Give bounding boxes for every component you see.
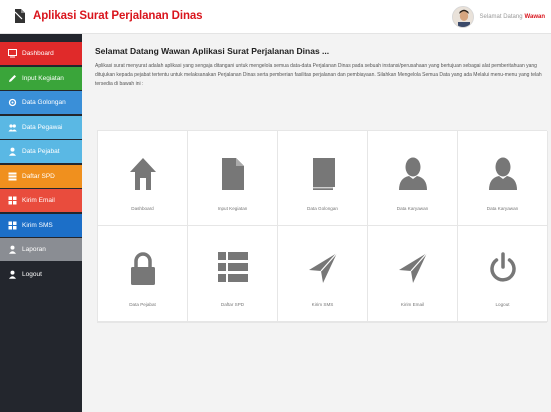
sidebar-item-label: Laporan bbox=[22, 246, 46, 253]
tile-label: Data Golongan bbox=[307, 206, 338, 211]
document-icon bbox=[14, 8, 26, 24]
lock-icon bbox=[130, 252, 155, 285]
tile-label: Daftar SPD bbox=[220, 302, 245, 307]
tile-label: Input Kegiatan bbox=[217, 206, 248, 211]
sidebar-item-label: Kirim Email bbox=[22, 197, 55, 204]
sidebar-item-laporan[interactable]: Laporan bbox=[0, 238, 82, 261]
app-header: Aplikasi Surat Perjalanan Dinas Selamat … bbox=[0, 0, 551, 34]
page-title: Selamat Datang Wawan Aplikasi Surat Perj… bbox=[95, 46, 330, 56]
tile-daftar-spd[interactable]: Daftar SPD bbox=[188, 226, 278, 322]
tile-data-karyawan[interactable]: Data Karyawan bbox=[368, 131, 458, 226]
sidebar-item-label: Data Pejabat bbox=[22, 148, 60, 155]
tile-label: Data Pejabat bbox=[129, 302, 156, 307]
user-name: Wawan bbox=[524, 14, 545, 20]
tile-dashboard[interactable]: Dashboard bbox=[98, 131, 188, 226]
user-icon bbox=[8, 270, 17, 279]
home-icon bbox=[129, 158, 156, 190]
grid-icon bbox=[8, 196, 17, 205]
tile-kirim-sms[interactable]: Kirim SMS bbox=[278, 226, 368, 322]
avatar[interactable] bbox=[451, 6, 474, 28]
grid-icon bbox=[8, 221, 17, 230]
sidebar-item-data-golongan[interactable]: Data Golongan bbox=[0, 91, 82, 114]
sidebar-item-daftar-spd[interactable]: Daftar SPD bbox=[0, 164, 82, 188]
user-icon bbox=[398, 157, 427, 190]
sidebar-item-data-pegawai[interactable]: Data Pegawai bbox=[0, 115, 82, 139]
brand[interactable]: Aplikasi Surat Perjalanan Dinas bbox=[14, 8, 203, 24]
monitor-icon bbox=[8, 49, 17, 58]
sidebar-item-label: Data Golongan bbox=[22, 99, 66, 106]
sidebar-item-input-kegiatan[interactable]: Input Kegiatan bbox=[0, 66, 82, 90]
sidebar-item-label: Logout bbox=[22, 270, 42, 278]
sidebar-item-label: Daftar SPD bbox=[22, 172, 55, 180]
tile-label: Data Karyawan bbox=[486, 206, 519, 211]
tile-data-golongan[interactable]: Data Golongan bbox=[278, 131, 368, 226]
sidebar-item-label: Kirim SMS bbox=[22, 221, 53, 229]
main-content: Selamat Datang Wawan Aplikasi Surat Perj… bbox=[82, 34, 551, 412]
tile-label: Kirim Email bbox=[400, 302, 425, 307]
sidebar-item-kirim-sms[interactable]: Kirim SMS bbox=[0, 213, 82, 237]
send-icon bbox=[398, 252, 427, 283]
tile-label: Logout bbox=[495, 302, 510, 307]
list-icon bbox=[8, 172, 17, 181]
user-icon bbox=[8, 245, 17, 254]
sidebar-item-label: Input Kegiatan bbox=[22, 74, 64, 82]
user-menu[interactable]: Selamat Datang Wawan bbox=[451, 6, 545, 28]
tile-label: Dashboard bbox=[131, 206, 154, 211]
sidebar-item-data-pejabat[interactable]: Data Pejabat bbox=[0, 140, 82, 163]
tile-input-kegiatan[interactable]: Input Kegiatan bbox=[188, 131, 278, 226]
book-icon bbox=[310, 158, 335, 190]
power-icon bbox=[489, 252, 516, 282]
gear-icon bbox=[8, 98, 17, 107]
users-icon bbox=[8, 123, 17, 132]
pencil-icon bbox=[8, 74, 17, 83]
send-icon bbox=[308, 252, 337, 283]
sidebar-item-label: Dashboard bbox=[22, 50, 54, 57]
tile-kirim-email[interactable]: Kirim Email bbox=[368, 226, 458, 322]
sidebar-item-dashboard[interactable]: Dashboard bbox=[0, 42, 82, 65]
tile-label: Kirim SMS bbox=[311, 302, 334, 307]
user-icon bbox=[8, 147, 17, 156]
sidebar-item-kirim-email[interactable]: Kirim Email bbox=[0, 189, 82, 212]
user-icon bbox=[488, 157, 517, 190]
app-title: Aplikasi Surat Perjalanan Dinas bbox=[33, 10, 203, 22]
tile-label: Data Karyawan bbox=[396, 206, 429, 211]
menu-grid: Dashboard Input Kegiatan Data Golongan D… bbox=[97, 130, 548, 323]
file-icon bbox=[221, 158, 244, 190]
sidebar: Dashboard Input Kegiatan Data Golongan D… bbox=[0, 34, 82, 412]
tile-data-pejabat[interactable]: Data Pejabat bbox=[98, 226, 188, 322]
list-icon bbox=[217, 252, 248, 282]
sidebar-item-logout[interactable]: Logout bbox=[0, 262, 82, 286]
user-greeting: Selamat Datang bbox=[479, 14, 523, 20]
tile-data-karyawan-2[interactable]: Data Karyawan bbox=[458, 131, 548, 226]
sidebar-item-label: Data Pegawai bbox=[22, 123, 63, 131]
intro-text: Aplikasi surat menyurat adalah aplikasi … bbox=[95, 63, 542, 87]
tile-logout[interactable]: Logout bbox=[458, 226, 548, 322]
